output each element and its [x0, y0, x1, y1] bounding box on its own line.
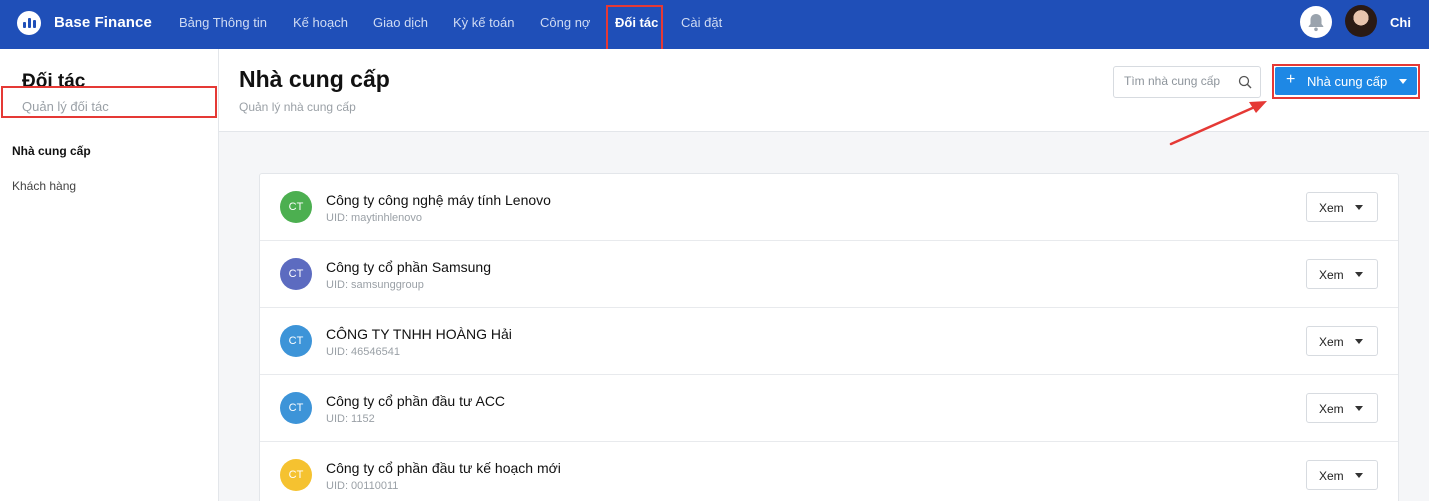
supplier-name[interactable]: CÔNG TY TNHH HOÀNG Hải	[326, 326, 512, 342]
nav-item-dashboard[interactable]: Bảng Thông tin	[179, 15, 267, 30]
supplier-name[interactable]: Công ty cổ phần Samsung	[326, 259, 491, 275]
supplier-initials-avatar: CT	[280, 392, 312, 424]
supplier-name[interactable]: Công ty công nghệ máy tính Lenovo	[326, 192, 551, 208]
sidebar-item-suppliers[interactable]: Nhà cung cấp	[12, 144, 91, 158]
nav-item-transactions[interactable]: Giao dịch	[373, 15, 428, 30]
caret-down-icon	[1355, 205, 1363, 210]
nav-item-accounting-periods[interactable]: Kỳ kế toán	[453, 15, 514, 30]
supplier-uid: UID: 00110011	[326, 480, 399, 492]
page-subtitle: Quản lý nhà cung cấp	[239, 100, 356, 114]
supplier-name[interactable]: Công ty cổ phần đầu tư ACC	[326, 393, 505, 409]
view-dropdown-button[interactable]: Xem	[1306, 393, 1378, 423]
supplier-uid: UID: samsunggroup	[326, 279, 424, 291]
supplier-row[interactable]: CT Công ty cổ phần Samsung UID: samsungg…	[260, 241, 1398, 308]
view-dropdown-button[interactable]: Xem	[1306, 192, 1378, 222]
view-dropdown-button[interactable]: Xem	[1306, 326, 1378, 356]
supplier-uid: UID: maytinhlenovo	[326, 212, 422, 224]
page-title: Nhà cung cấp	[239, 66, 390, 92]
supplier-uid: UID: 46546541	[326, 346, 400, 358]
search-icon[interactable]	[1238, 75, 1252, 89]
supplier-row[interactable]: CT CÔNG TY TNHH HOÀNG Hải UID: 46546541 …	[260, 308, 1398, 375]
supplier-row[interactable]: CT Công ty cổ phần đầu tư kế hoạch mới U…	[260, 442, 1398, 501]
supplier-initials-avatar: CT	[280, 258, 312, 290]
supplier-list: CT Công ty công nghệ máy tính Lenovo UID…	[259, 173, 1399, 501]
base-finance-logo-icon[interactable]	[17, 11, 41, 35]
nav-item-plans[interactable]: Kế hoạch	[293, 15, 348, 30]
view-label: Xem	[1319, 335, 1344, 349]
nav-item-settings[interactable]: Cài đặt	[681, 15, 722, 30]
sidebar-item-customers[interactable]: Khách hàng	[12, 179, 76, 193]
view-label: Xem	[1319, 469, 1344, 483]
supplier-row[interactable]: CT Công ty công nghệ máy tính Lenovo UID…	[260, 174, 1398, 241]
highlight-box-nav-partners	[606, 5, 663, 51]
supplier-search-input[interactable]	[1124, 74, 1234, 88]
annotation-arrow-icon	[1169, 101, 1267, 146]
brand-name[interactable]: Base Finance	[54, 14, 152, 31]
caret-down-icon	[1355, 339, 1363, 344]
supplier-initials-avatar: CT	[280, 459, 312, 491]
nav-item-debts[interactable]: Công nợ	[540, 15, 590, 30]
view-label: Xem	[1319, 402, 1344, 416]
supplier-name[interactable]: Công ty cổ phần đầu tư kế hoạch mới	[326, 460, 561, 476]
caret-down-icon	[1355, 473, 1363, 478]
view-dropdown-button[interactable]: Xem	[1306, 259, 1378, 289]
user-avatar[interactable]	[1345, 5, 1377, 37]
top-navigation-bar: Base Finance Bảng Thông tin Kế hoạch Gia…	[0, 0, 1429, 49]
supplier-initials-avatar: CT	[280, 325, 312, 357]
supplier-row[interactable]: CT Công ty cổ phần đầu tư ACC UID: 1152 …	[260, 375, 1398, 442]
view-dropdown-button[interactable]: Xem	[1306, 460, 1378, 490]
highlight-box-sidebar-suppliers	[1, 86, 217, 118]
supplier-initials-avatar: CT	[280, 191, 312, 223]
view-label: Xem	[1319, 201, 1344, 215]
supplier-search-box[interactable]	[1113, 66, 1261, 98]
user-name[interactable]: Chi	[1390, 15, 1411, 30]
supplier-uid: UID: 1152	[326, 413, 375, 425]
highlight-box-add-supplier	[1272, 64, 1420, 99]
view-label: Xem	[1319, 268, 1344, 282]
caret-down-icon	[1355, 406, 1363, 411]
notification-bell-icon[interactable]	[1300, 6, 1332, 38]
caret-down-icon	[1355, 272, 1363, 277]
